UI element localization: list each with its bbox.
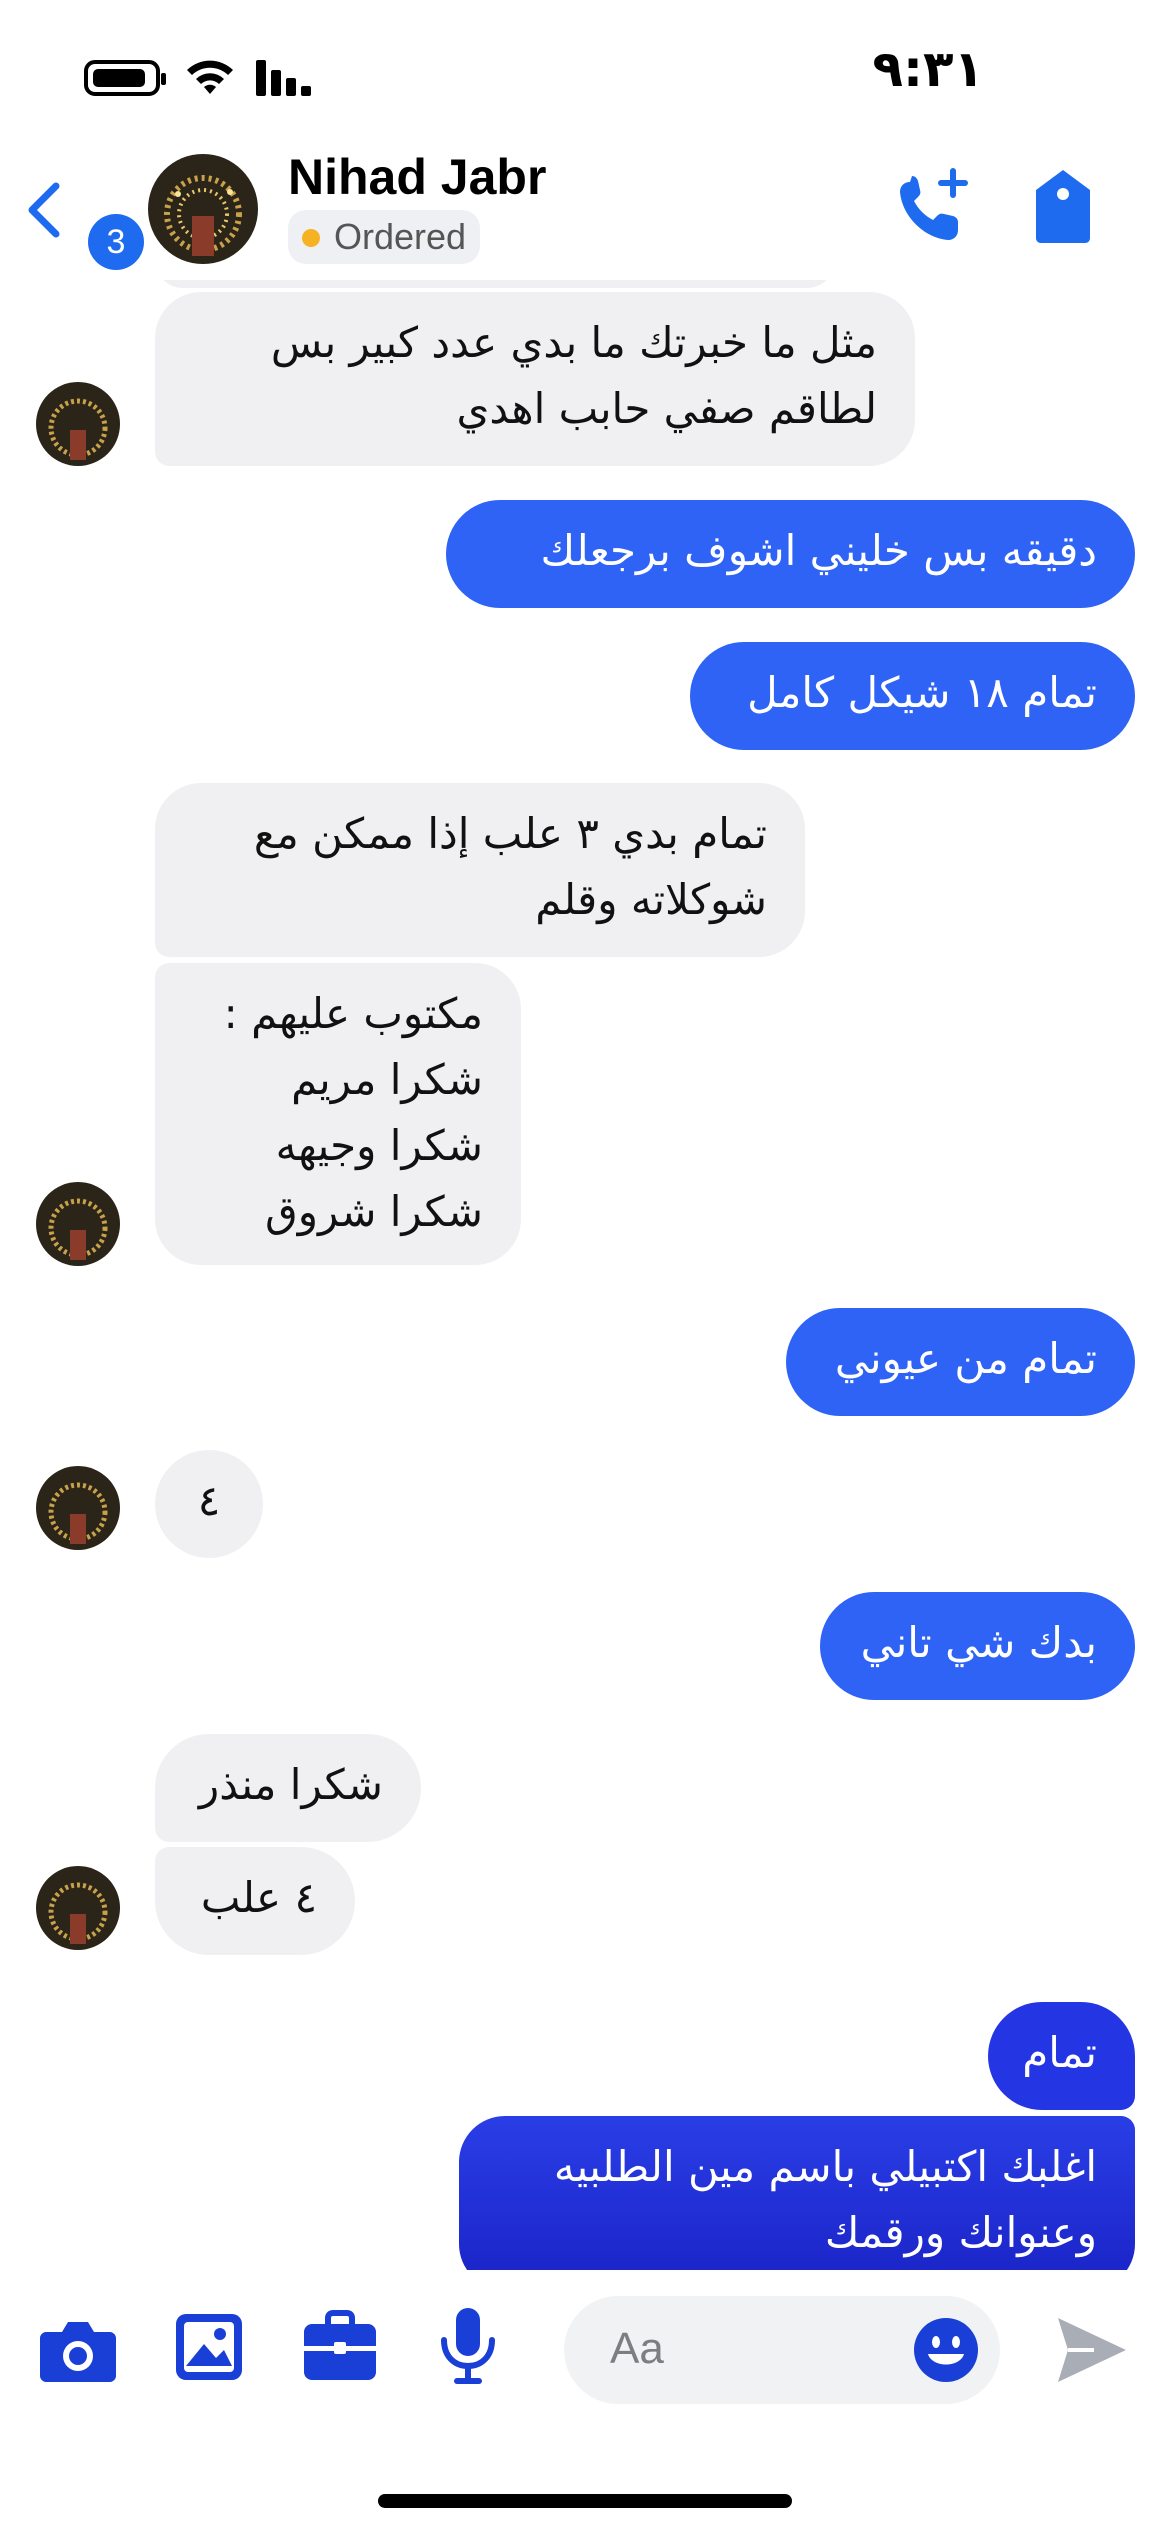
- cellular-signal-icon: [256, 60, 311, 96]
- sender-avatar[interactable]: [36, 382, 120, 466]
- message-bubble-incoming[interactable]: مكتوب عليهم : شكرا مريم شكرا وجيهه شكرا …: [155, 963, 521, 1265]
- message-bubble-outgoing[interactable]: تمام: [988, 2002, 1135, 2110]
- microphone-icon[interactable]: [438, 2306, 498, 2388]
- message-input-placeholder: Aa: [610, 2324, 664, 2373]
- back-button[interactable]: 3: [24, 174, 144, 270]
- order-status-label: Ordered: [334, 216, 467, 257]
- home-indicator: [378, 2494, 792, 2508]
- unread-count-badge: 3: [88, 214, 144, 270]
- conversation-header: 3 Nihad Jabr Ordered: [0, 140, 1170, 280]
- message-composer: Aa: [0, 2270, 1170, 2532]
- message-bubble-partial: [155, 280, 835, 288]
- status-time: ٩:٣١: [872, 40, 984, 98]
- wifi-icon: [187, 60, 233, 94]
- message-bubble-incoming[interactable]: تمام بدي ٣ علب إذا ممكن مع شوكلاته وقلم: [155, 783, 805, 957]
- sender-avatar[interactable]: [36, 1182, 120, 1266]
- message-bubble-outgoing[interactable]: تمام ١٨ شيكل كامل: [690, 642, 1135, 750]
- message-input[interactable]: Aa: [564, 2296, 1000, 2404]
- message-bubble-incoming[interactable]: ٤ علب: [155, 1847, 355, 1955]
- sender-avatar[interactable]: [36, 1466, 120, 1550]
- message-bubble-outgoing[interactable]: تمام من عيوني: [786, 1308, 1135, 1416]
- message-bubble-outgoing[interactable]: اغلبك اكتبيلي باسم مين الطلبيه وعنوانك و…: [459, 2116, 1135, 2270]
- battery-icon: [84, 60, 166, 96]
- photo-icon[interactable]: [174, 2312, 244, 2382]
- message-bubble-outgoing[interactable]: دقيقه بس خليني اشوف برجعلك: [446, 500, 1135, 608]
- send-icon[interactable]: [1054, 2314, 1130, 2386]
- label-tag-button[interactable]: [1030, 166, 1096, 246]
- contact-avatar[interactable]: [148, 154, 258, 264]
- message-bubble-incoming[interactable]: شكرا منذر: [155, 1734, 421, 1842]
- message-list[interactable]: مثل ما خبرتك ما بدي عدد كبير بس لطاقم صف…: [0, 280, 1170, 2270]
- sender-avatar[interactable]: [36, 1866, 120, 1950]
- contact-name[interactable]: Nihad Jabr: [288, 148, 546, 206]
- status-dot-icon: [302, 229, 320, 247]
- message-bubble-incoming[interactable]: مثل ما خبرتك ما بدي عدد كبير بس لطاقم صف…: [155, 292, 915, 466]
- emoji-icon[interactable]: [912, 2316, 980, 2384]
- briefcase-icon[interactable]: [302, 2310, 378, 2384]
- message-bubble-incoming[interactable]: ٤: [155, 1450, 263, 1558]
- order-status-badge[interactable]: Ordered: [288, 210, 481, 264]
- status-bar: ٩:٣١: [0, 0, 1170, 140]
- camera-icon[interactable]: [38, 2314, 118, 2386]
- chevron-left-icon: [28, 182, 60, 238]
- message-bubble-outgoing[interactable]: بدك شي تاني: [820, 1592, 1135, 1700]
- add-call-button[interactable]: [894, 164, 974, 244]
